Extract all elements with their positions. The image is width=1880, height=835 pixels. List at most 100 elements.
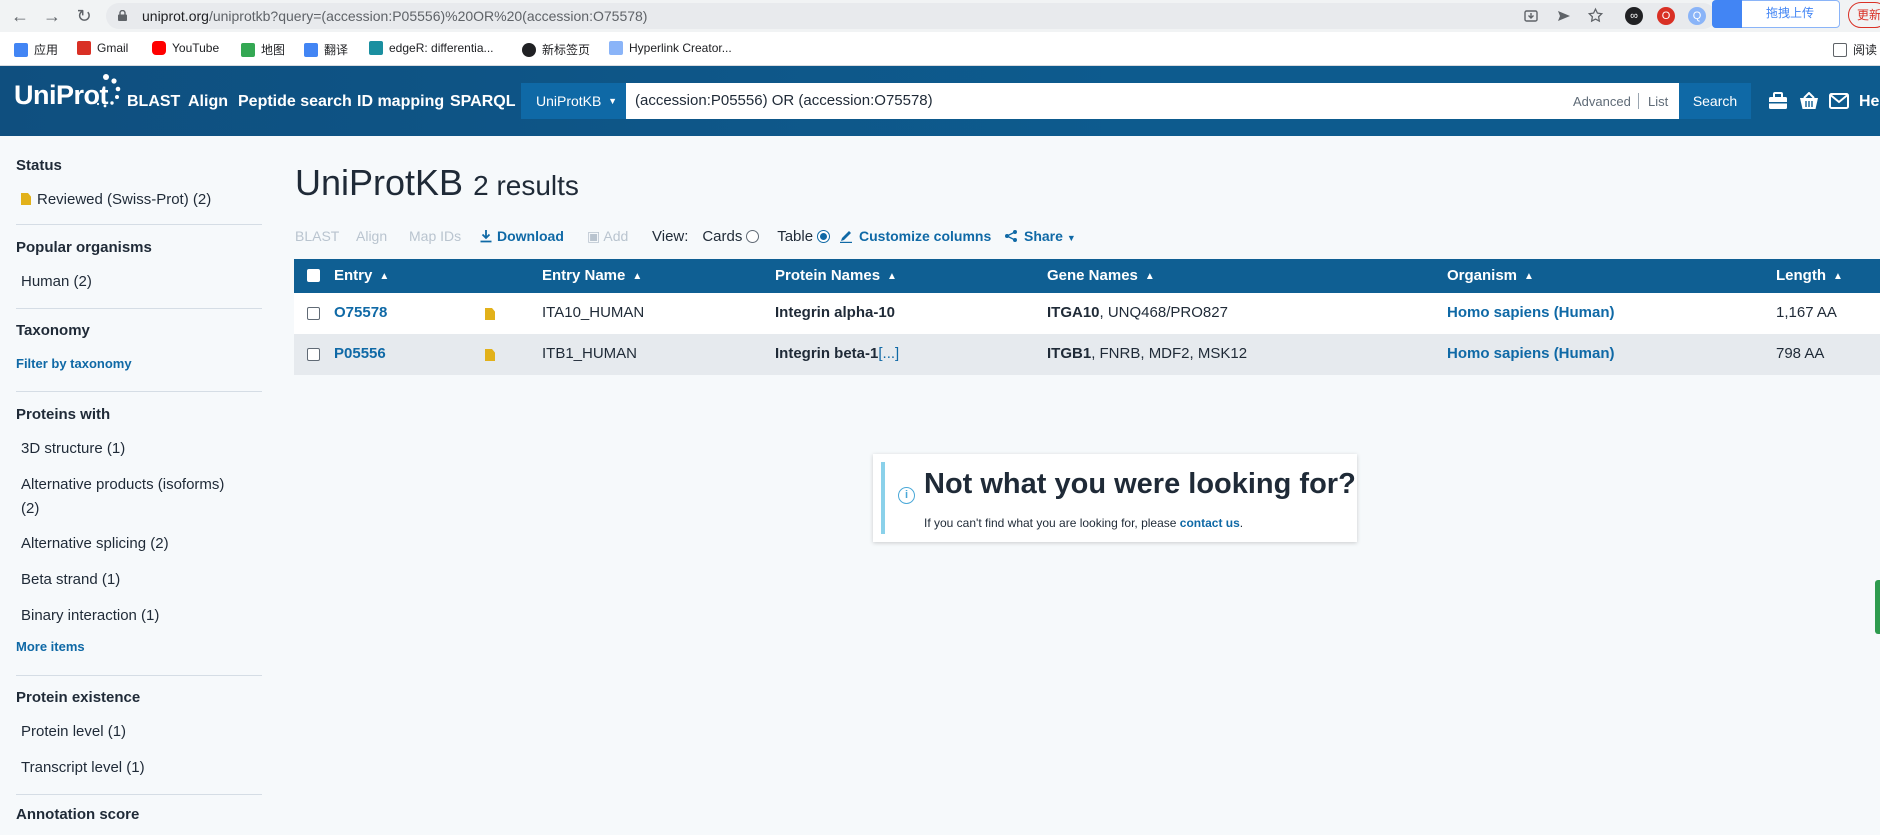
toolbar-map-ids-button[interactable]: Map IDs	[409, 228, 461, 244]
sort-arrow-icon: ▲	[887, 271, 897, 282]
column-label: Length	[1776, 267, 1826, 284]
protein-name: Integrin beta-1[...]	[775, 345, 899, 362]
customize-columns-button[interactable]: Customize columns	[839, 228, 991, 244]
reload-icon[interactable]: ↻	[72, 4, 96, 28]
search-input[interactable]: (accession:P05556) OR (accession:O75578)…	[626, 83, 1679, 119]
share-icon	[1005, 230, 1017, 242]
toolbar-add-button[interactable]: ▣ Add	[587, 228, 628, 245]
bookmark-label: 新标签页	[542, 43, 591, 57]
table-row[interactable]: O75578 ITA10_HUMAN Integrin alpha-10 ITG…	[294, 293, 1880, 334]
divider	[16, 675, 262, 676]
protein-existence-heading: Protein existence	[16, 689, 141, 706]
search-query-text: (accession:P05556) OR (accession:O75578)	[635, 92, 933, 109]
entry-accession-link[interactable]: P05556	[334, 345, 386, 362]
bookmark-edger[interactable]: edgeR: differentia...	[369, 41, 494, 55]
column-entry-name[interactable]: Entry Name ▲	[542, 267, 642, 284]
bookmark-label: edgeR: differentia...	[389, 41, 494, 55]
column-entry[interactable]: Entry ▲	[334, 267, 389, 284]
share-button[interactable]: Share ▼	[1004, 228, 1076, 244]
view-table-radio[interactable]	[817, 230, 831, 243]
nav-align[interactable]: Align	[188, 93, 228, 111]
contact-us-link[interactable]: contact us	[1180, 516, 1240, 530]
filter-3d-structure[interactable]: 3D structure (1)	[21, 440, 125, 457]
filter-human[interactable]: Human (2)	[21, 273, 92, 290]
filter-reviewed-label: Reviewed (Swiss-Prot) (2)	[37, 191, 212, 208]
view-label: View:	[652, 228, 689, 245]
forward-arrow-icon[interactable]: →	[40, 4, 64, 28]
url-text: uniprot.org/uniprotkb?query=(accession:P…	[142, 8, 648, 24]
sort-arrow-icon: ▲	[632, 271, 643, 282]
view-cards-label[interactable]: Cards	[702, 228, 742, 245]
toolbar-align-button[interactable]: Align	[356, 228, 387, 244]
nav-id-mapping[interactable]: ID mapping	[357, 93, 444, 111]
view-table-label[interactable]: Table	[777, 228, 813, 245]
nav-peptide-search[interactable]: Peptide search	[238, 93, 352, 111]
bookmark-maps[interactable]: 地图	[241, 41, 285, 58]
bookmark-label: 地图	[261, 43, 286, 57]
bookmark-translate[interactable]: 翻译	[304, 41, 348, 58]
protein-names-expand-link[interactable]: [...]	[878, 345, 899, 362]
help-link[interactable]: He	[1859, 93, 1879, 111]
organism-link[interactable]: Homo sapiens (Human)	[1447, 304, 1615, 321]
row-checkbox[interactable]	[307, 307, 320, 320]
edit-icon	[840, 231, 852, 244]
more-items-link[interactable]: More items	[16, 639, 85, 654]
sort-arrow-icon: ▲	[1524, 271, 1534, 282]
column-gene-names[interactable]: Gene Names ▲	[1047, 267, 1155, 284]
organism-link[interactable]: Homo sapiens (Human)	[1447, 345, 1615, 362]
filter-binary-interaction[interactable]: Binary interaction (1)	[21, 607, 159, 624]
bookmark-hyperlink-creator[interactable]: Hyperlink Creator...	[609, 41, 732, 55]
select-all-checkbox[interactable]	[307, 269, 320, 282]
database-select[interactable]: UniProtKB ▼	[521, 83, 626, 119]
logo-dots-icon	[96, 74, 121, 108]
filter-alternative-splicing[interactable]: Alternative splicing (2)	[21, 535, 169, 552]
table-row[interactable]: P05556 ITB1_HUMAN Integrin beta-1[...] I…	[294, 334, 1880, 375]
nav-sparql[interactable]: SPARQL	[450, 93, 515, 111]
filter-beta-strand[interactable]: Beta strand (1)	[21, 571, 120, 588]
update-button[interactable]: 更新	[1848, 2, 1880, 28]
row-checkbox[interactable]	[307, 348, 320, 361]
bookmark-youtube[interactable]: YouTube	[152, 41, 219, 55]
bookmark-new-tab[interactable]: 新标签页	[522, 41, 590, 58]
filter-alternative-products-count[interactable]: (2)	[21, 500, 39, 517]
toolkit-icon[interactable]	[1768, 92, 1788, 110]
reading-list[interactable]: 阅读	[1833, 41, 1877, 58]
column-length[interactable]: Length ▲	[1776, 267, 1843, 284]
basket-icon[interactable]	[1799, 92, 1819, 110]
filter-by-taxonomy-link[interactable]: Filter by taxonomy	[16, 356, 132, 371]
list-search-link[interactable]: List	[1648, 94, 1668, 109]
feedback-tab[interactable]	[1875, 580, 1880, 634]
extension-infinity-icon[interactable]: ∞	[1625, 7, 1643, 25]
mail-icon[interactable]	[1829, 92, 1849, 110]
back-arrow-icon[interactable]: ←	[8, 4, 32, 28]
gene-primary: ITGB1	[1047, 345, 1092, 362]
add-label: Add	[603, 228, 629, 244]
nav-blast[interactable]: BLAST	[127, 93, 180, 111]
install-app-icon[interactable]	[1523, 8, 1539, 24]
entry-accession-link[interactable]: O75578	[334, 304, 387, 321]
column-label: Gene Names	[1047, 267, 1138, 284]
extension-opera-icon[interactable]: O	[1657, 7, 1675, 25]
search-button[interactable]: Search	[1679, 83, 1751, 119]
share-label: Share	[1024, 228, 1063, 244]
column-protein-names[interactable]: Protein Names ▲	[775, 267, 897, 284]
toolbar-download-button[interactable]: Download	[479, 228, 564, 244]
divider	[16, 794, 262, 795]
bookmark-star-icon[interactable]	[1587, 7, 1604, 24]
gene-others: , UNQ468/PRO827	[1099, 304, 1228, 321]
filter-reviewed[interactable]: Reviewed (Swiss-Prot) (2)	[21, 191, 211, 208]
extension-search-icon[interactable]: Q	[1688, 7, 1706, 25]
database-label: UniProtKB	[536, 93, 602, 109]
view-cards-radio[interactable]	[746, 230, 760, 243]
advanced-search-link[interactable]: Advanced	[1573, 94, 1631, 109]
toolbar-blast-button[interactable]: BLAST	[295, 228, 339, 244]
column-organism[interactable]: Organism ▲	[1447, 267, 1534, 284]
bookmark-gmail[interactable]: Gmail	[77, 41, 128, 55]
send-icon[interactable]	[1556, 8, 1572, 24]
filter-transcript-level[interactable]: Transcript level (1)	[21, 759, 145, 776]
filter-alternative-products[interactable]: Alternative products (isoforms)	[21, 476, 224, 493]
address-bar[interactable]: uniprot.org/uniprotkb?query=(accession:P…	[106, 3, 1716, 29]
bookmark-apps[interactable]: 应用	[14, 41, 58, 58]
status-heading: Status	[16, 157, 62, 174]
filter-protein-level[interactable]: Protein level (1)	[21, 723, 126, 740]
